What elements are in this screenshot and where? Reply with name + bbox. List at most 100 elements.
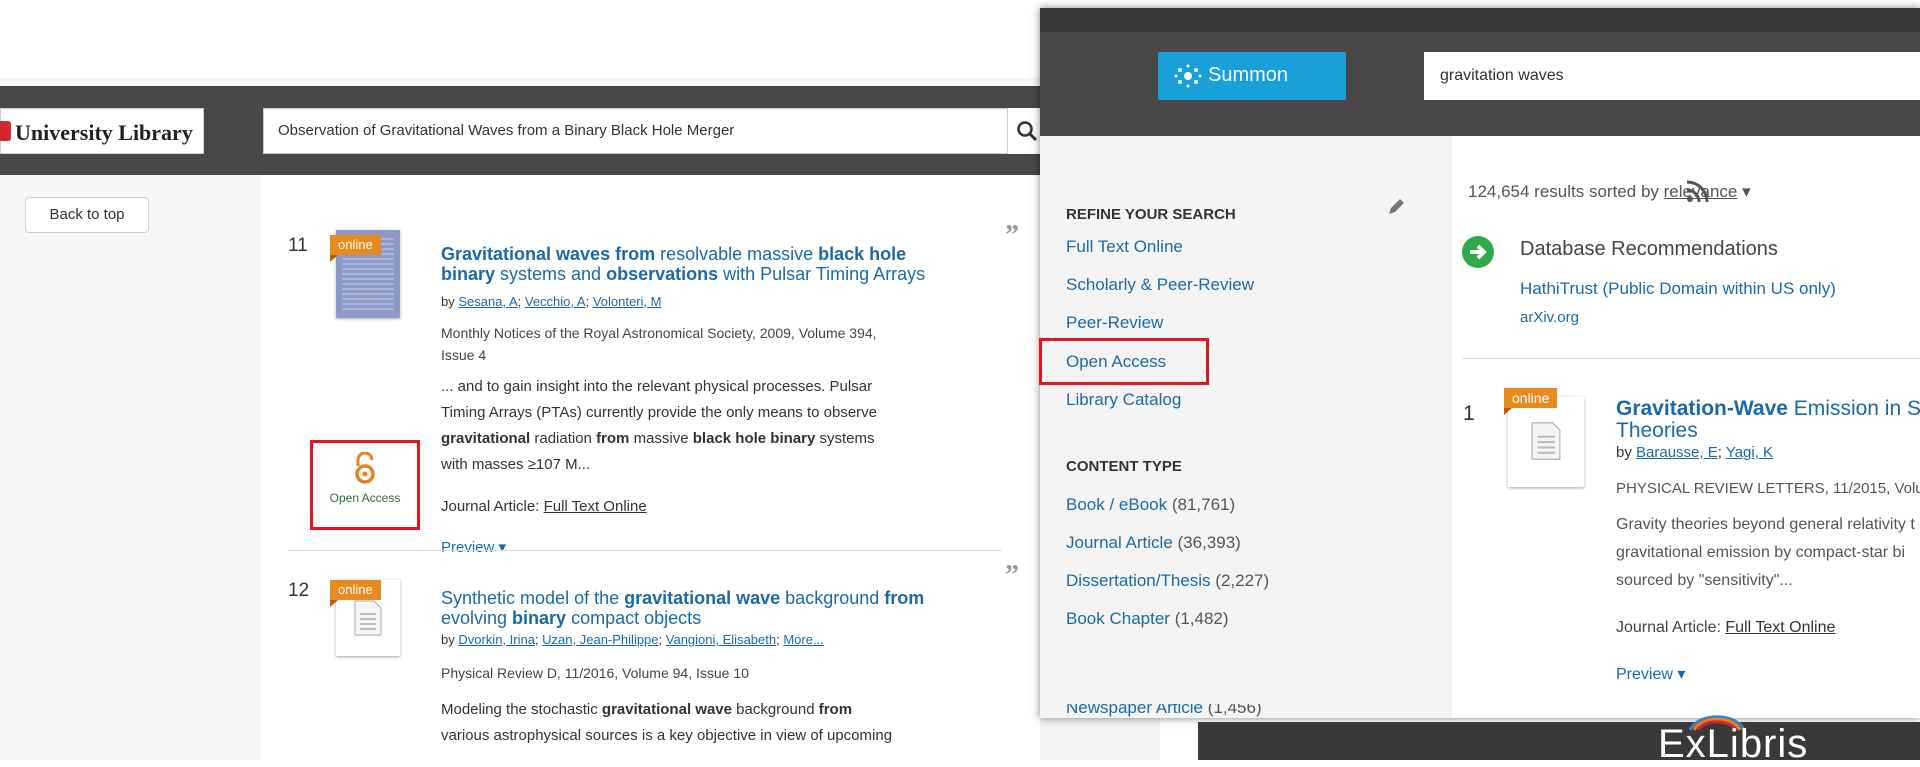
result-title-link[interactable]: Synthetic model of the gravitational wav… — [441, 588, 981, 628]
arrow-right-icon — [1462, 236, 1494, 268]
summon-logo[interactable]: Summon — [1158, 52, 1346, 100]
open-access-indicator[interactable]: Open Access — [310, 451, 420, 505]
content-type-dissertation[interactable]: Dissertation/Thesis (2,227) — [1066, 571, 1269, 591]
result-title-link[interactable]: Gravitational waves from resolvable mass… — [441, 244, 981, 284]
title-segment: resolvable massive — [655, 244, 819, 264]
result-snippet: Modeling the stochastic gravitational wa… — [441, 697, 981, 749]
refine-library-catalog[interactable]: Library Catalog — [1066, 390, 1181, 410]
cite-icon[interactable]: ” — [1005, 560, 1019, 592]
library-logo-mark — [0, 121, 11, 141]
snippet-line: gravitational emission by compact-star b… — [1616, 544, 1906, 561]
library-search-button[interactable] — [1008, 108, 1042, 154]
summon-search-input[interactable]: gravitation waves — [1424, 52, 1920, 100]
arrow-right-glyph — [1470, 244, 1487, 260]
refine-scholarly-peer-review[interactable]: Scholarly & Peer-Review — [1066, 275, 1254, 295]
content-type-heading: CONTENT TYPE — [1066, 458, 1182, 475]
author-link[interactable]: Barausse, E — [1636, 444, 1718, 461]
database-link-hathitrust[interactable]: HathiTrust (Public Domain within US only… — [1520, 279, 1836, 299]
library-search-input[interactable]: Observation of Gravitational Waves from … — [263, 108, 1008, 154]
snippet-line: sourced by "sensitivity"... — [1616, 572, 1793, 589]
caret-down-icon: ▾ — [1677, 666, 1686, 683]
snippet-bold: gravitational — [441, 430, 531, 447]
snippet-line: Gravity theories beyond general relativi… — [1616, 516, 1915, 533]
result-journal: Monthly Notices of the Royal Astronomica… — [441, 322, 961, 366]
more-authors-link[interactable]: More... — [783, 632, 823, 647]
snippet-bold: from — [818, 701, 853, 718]
result-authors: by Barausse, E; Yagi, K — [1616, 444, 1774, 461]
title-segment: systems and — [495, 264, 607, 284]
full-text-online-link[interactable]: Full Text Online — [544, 498, 647, 515]
author-link[interactable]: Dvorkin, Irina — [458, 632, 535, 647]
rss-icon[interactable] — [1685, 178, 1711, 204]
result-journal: PHYSICAL REVIEW LETTERS, 11/2015, Volu — [1616, 480, 1920, 497]
summon-logo-icon — [1174, 64, 1202, 88]
journal-line: Issue 4 — [441, 347, 487, 363]
summon-logo-text: Summon — [1208, 64, 1289, 86]
content-type-newspaper[interactable]: Newspaper Article (1,456) — [1066, 704, 1262, 718]
open-access-label: Open Access — [329, 491, 401, 505]
result-thumbnail[interactable] — [1508, 397, 1584, 487]
library-sidebar — [0, 175, 262, 760]
online-badge: online — [330, 580, 381, 607]
snippet-text: background — [731, 701, 819, 718]
library-logo-text: University Library — [15, 120, 193, 145]
content-type-label: Journal Article — [1066, 533, 1173, 552]
title-segment: Theories — [1616, 419, 1698, 442]
library-logo[interactable]: University Library — [0, 108, 204, 154]
refine-heading: REFINE YOUR SEARCH — [1066, 206, 1236, 223]
snippet-line: various astrophysical sources is a key o… — [441, 727, 893, 744]
content-type-count: (1,456) — [1207, 704, 1262, 717]
author-link[interactable]: Volonteri, M — [593, 294, 662, 309]
title-segment: from — [884, 588, 925, 608]
content-type-journal-article[interactable]: Journal Article (36,393) — [1066, 533, 1241, 553]
result-journal: Physical Review D, 11/2016, Volume 94, I… — [441, 665, 749, 681]
result-number: 1 — [1463, 402, 1475, 425]
content-type-book-chapter[interactable]: Book Chapter (1,482) — [1066, 609, 1229, 629]
result-number: 12 — [288, 580, 310, 601]
database-link-arxiv[interactable]: arXiv.org — [1520, 309, 1579, 326]
preview-toggle[interactable]: Preview ▾ — [441, 538, 506, 556]
result-type-line: Journal Article: Full Text Online — [441, 498, 647, 515]
online-badge: online — [330, 235, 381, 262]
snippet-text: massive — [629, 430, 693, 447]
content-type-clip: Newspaper Article (1,456) — [1066, 704, 1406, 718]
results-count: 124,654 results sorted by — [1468, 182, 1659, 201]
title-segment: binary — [441, 264, 496, 284]
full-text-online-link[interactable]: Full Text Online — [1725, 619, 1835, 636]
title-segment: observations — [606, 264, 719, 284]
summon-topbar — [1040, 8, 1920, 32]
library-search-value: Observation of Gravitational Waves from … — [278, 122, 735, 139]
author-link[interactable]: Yagi, K — [1726, 444, 1773, 461]
pencil-icon[interactable] — [1385, 196, 1407, 218]
content-type-book[interactable]: Book / eBook (81,761) — [1066, 495, 1235, 515]
title-segment: background — [780, 588, 885, 608]
snippet-text: Modeling the stochastic — [441, 701, 602, 718]
snippet-text: systems — [815, 430, 875, 447]
snippet-text: radiation — [530, 430, 597, 447]
author-link[interactable]: Vangioni, Elisabeth — [666, 632, 776, 647]
title-segment: Synthetic model of the — [441, 588, 625, 608]
refine-full-text-online[interactable]: Full Text Online — [1066, 237, 1183, 257]
document-icon — [1531, 422, 1561, 460]
title-segment: Gravitation-Wave — [1616, 397, 1788, 420]
preview-toggle[interactable]: Preview ▾ — [1616, 664, 1685, 684]
title-segment: Gravitational waves from — [441, 244, 656, 264]
snippet-bold: gravitational wave — [601, 701, 732, 718]
author-link[interactable]: Uzan, Jean-Philippe — [542, 632, 658, 647]
result-snippet: ... and to gain insight into the relevan… — [441, 374, 981, 478]
authors-prefix: by — [441, 294, 455, 309]
refine-peer-review[interactable]: Peer-Review — [1066, 313, 1163, 333]
result-type-line: Journal Article: Full Text Online — [1616, 619, 1835, 637]
author-link[interactable]: Vecchio, A — [525, 294, 586, 309]
result-title-link[interactable]: Gravitation-Wave Emission in Shift- Theor… — [1616, 398, 1920, 442]
preview-label: Preview — [1616, 666, 1673, 683]
cite-icon[interactable]: ” — [1005, 220, 1019, 252]
caret-down-icon: ▾ — [1742, 182, 1751, 201]
back-to-top-button[interactable]: Back to top — [25, 197, 149, 233]
result-number: 11 — [288, 235, 308, 256]
refine-sidebar — [1040, 136, 1452, 718]
result-snippet: Gravity theories beyond general relativi… — [1616, 511, 1915, 595]
database-recommendations-title: Database Recommendations — [1520, 238, 1778, 260]
author-link[interactable]: Sesana, A — [458, 294, 517, 309]
title-segment: binary — [512, 608, 567, 628]
